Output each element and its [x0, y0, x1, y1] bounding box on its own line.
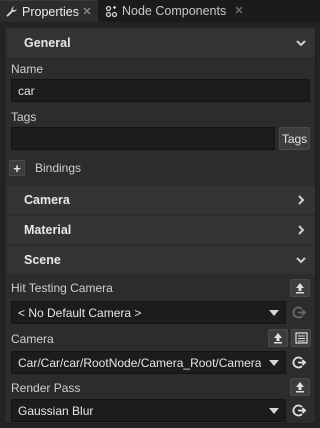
- chevron-right-icon: [298, 225, 305, 235]
- name-field-value: car: [18, 83, 35, 98]
- close-icon[interactable]: [233, 4, 245, 16]
- go-to-icon[interactable]: [292, 355, 307, 370]
- render-pass-export-button[interactable]: [290, 378, 310, 396]
- render-pass-label: Render Pass: [11, 381, 81, 395]
- add-binding-button[interactable]: +: [9, 160, 25, 176]
- camera-value: Car/Car/car/RootNode/Camera_Root/Camera: [18, 355, 262, 370]
- hit-testing-camera-export-button[interactable]: [290, 279, 310, 297]
- hit-testing-camera-value: < No Default Camera >: [18, 305, 142, 320]
- node-components-icon: [105, 5, 118, 17]
- render-pass-value: Gaussian Blur: [18, 403, 94, 418]
- section-general-header[interactable]: General: [7, 29, 315, 57]
- chevron-down-icon: [296, 257, 306, 264]
- go-to-icon[interactable]: [292, 305, 307, 320]
- section-material-header[interactable]: Material: [7, 216, 315, 244]
- tab-bar: Properties Node Components: [0, 0, 320, 22]
- hit-testing-camera-dropdown[interactable]: < No Default Camera >: [11, 301, 286, 324]
- tags-label: Tags: [11, 110, 37, 124]
- close-icon[interactable]: [81, 5, 93, 17]
- bindings-label: Bindings: [35, 161, 82, 175]
- tab-properties[interactable]: Properties: [0, 0, 98, 22]
- tags-button[interactable]: Tags: [279, 127, 310, 150]
- wrench-icon: [6, 6, 17, 17]
- dropdown-arrow-icon: [269, 408, 279, 414]
- tags-field[interactable]: [11, 127, 275, 150]
- name-field[interactable]: car: [11, 79, 310, 102]
- plus-icon: +: [13, 160, 21, 176]
- camera-dropdown[interactable]: Car/Car/car/RootNode/Camera_Root/Camera: [11, 351, 286, 374]
- upload-icon: [296, 382, 304, 393]
- section-scene-title: Scene: [24, 253, 61, 267]
- dropdown-arrow-icon: [269, 310, 279, 316]
- camera-label: Camera: [11, 332, 54, 346]
- render-pass-dropdown[interactable]: Gaussian Blur: [11, 399, 286, 422]
- dropdown-arrow-icon: [269, 360, 279, 366]
- list-icon: [294, 332, 308, 344]
- go-to-icon[interactable]: [292, 403, 307, 418]
- chevron-right-icon: [298, 195, 305, 205]
- name-label: Name: [11, 62, 44, 76]
- section-material-title: Material: [24, 223, 72, 237]
- chevron-down-icon: [296, 40, 306, 47]
- tab-properties-label: Properties: [22, 4, 79, 19]
- section-camera-header[interactable]: Camera: [7, 186, 315, 214]
- section-scene-header[interactable]: Scene: [7, 246, 315, 274]
- properties-panel: General Name car Tags Tags + Bindings Ca…: [4, 26, 316, 424]
- tags-button-label: Tags: [281, 131, 308, 146]
- camera-browse-button[interactable]: [291, 329, 311, 347]
- section-general-title: General: [24, 36, 71, 50]
- upload-icon: [296, 283, 304, 294]
- upload-icon: [274, 333, 282, 344]
- tab-node-components[interactable]: Node Components: [100, 0, 250, 22]
- hit-testing-camera-label: Hit Testing Camera: [11, 281, 113, 295]
- tab-node-components-label: Node Components: [122, 4, 227, 18]
- camera-export-button[interactable]: [268, 329, 288, 347]
- section-camera-title: Camera: [24, 193, 70, 207]
